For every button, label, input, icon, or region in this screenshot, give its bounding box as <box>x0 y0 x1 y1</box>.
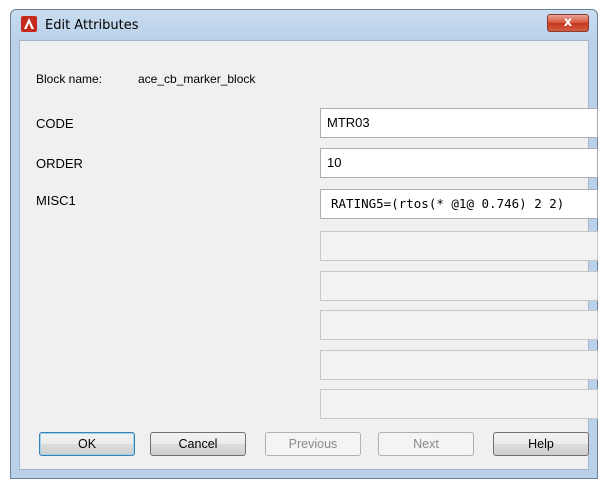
attribute-field-code[interactable]: MTR03 <box>320 108 598 138</box>
block-name-value: ace_cb_marker_block <box>138 72 256 86</box>
dialog-body: Block name: ace_cb_marker_block CODE MTR… <box>19 40 598 470</box>
attribute-label-misc1: MISC1 <box>36 193 76 208</box>
ok-button[interactable]: OK <box>39 432 135 456</box>
attribute-field-misc1[interactable]: RATING5=(rtos(* @1@ 0.746) 2 2) <box>320 189 598 219</box>
edit-attributes-dialog: Edit Attributes x Block name: ace_cb_mar… <box>10 9 598 479</box>
empty-attribute-field <box>320 350 598 380</box>
attribute-field-order[interactable]: 10 <box>320 148 598 178</box>
attribute-label-code: CODE <box>36 116 74 131</box>
dialog-title: Edit Attributes <box>45 18 139 33</box>
help-button[interactable]: Help <box>493 432 589 456</box>
empty-attribute-field <box>320 271 598 301</box>
empty-attribute-field <box>320 389 598 419</box>
title-bar[interactable]: Edit Attributes x <box>11 10 597 40</box>
empty-attribute-field <box>320 231 598 261</box>
previous-button[interactable]: Previous <box>265 432 361 456</box>
next-button[interactable]: Next <box>378 432 474 456</box>
autocad-logo-icon <box>21 16 37 32</box>
attribute-label-order: ORDER <box>36 156 83 171</box>
block-name-label: Block name: <box>36 72 103 86</box>
close-button[interactable]: x <box>547 14 589 32</box>
close-icon: x <box>563 15 573 30</box>
cancel-button[interactable]: Cancel <box>150 432 246 456</box>
empty-attribute-field <box>320 310 598 340</box>
